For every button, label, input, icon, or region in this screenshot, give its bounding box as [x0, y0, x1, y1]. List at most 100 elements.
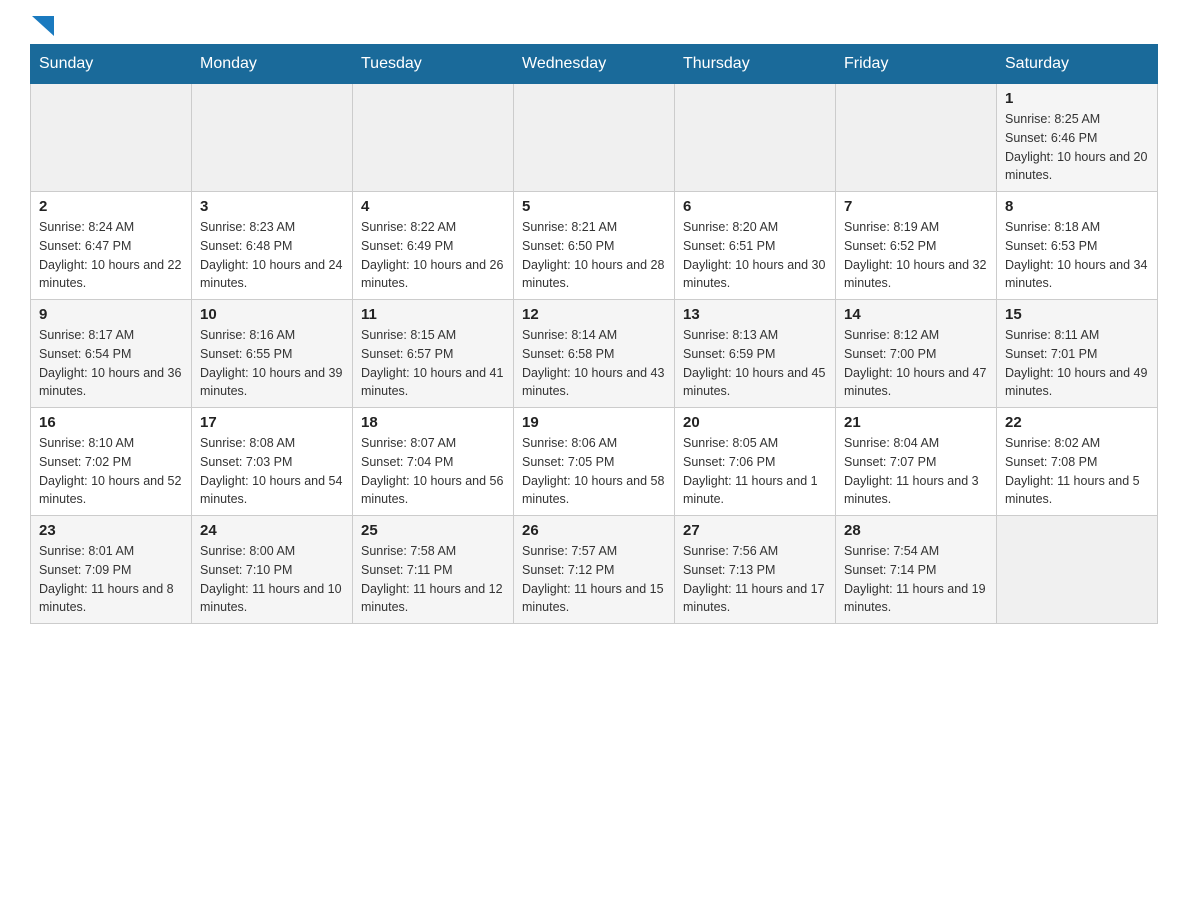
calendar-cell: 6Sunrise: 8:20 AMSunset: 6:51 PMDaylight…	[675, 192, 836, 300]
calendar-cell: 7 Sunrise: 8:19 AMSunset: 6:52 PMDaylight…	[836, 192, 997, 300]
calendar-cell: 13 Sunrise: 8:13 AMSunset: 6:59 PMDayligh…	[675, 300, 836, 408]
calendar-cell: 20 Sunrise: 8:05 AMSunset: 7:06 PMDayligh…	[675, 408, 836, 516]
day-number: 17	[200, 414, 344, 431]
calendar-cell: 11 Sunrise: 8:15 AMSunset: 6:57 PMDayligh…	[353, 300, 514, 408]
day-number: 16	[39, 414, 183, 431]
day-info: Sunrise: 8:11 AMSunset: 7:01 PMDaylight:…	[1005, 326, 1149, 401]
day-number: 5	[522, 198, 666, 215]
day-number: 9	[39, 306, 183, 323]
page-header	[30, 20, 1158, 34]
day-info: Sunrise: 7:56 AMSunset: 7:13 PMDaylight:…	[683, 542, 827, 617]
calendar-table: SundayMondayTuesdayWednesdayThursdayFrid…	[30, 44, 1158, 624]
calendar-cell: 22 Sunrise: 8:02 AMSunset: 7:08 PMDayligh…	[997, 408, 1158, 516]
day-number: 21	[844, 414, 988, 431]
day-number: 14	[844, 306, 988, 323]
calendar-cell: 19 Sunrise: 8:06 AMSunset: 7:05 PMDayligh…	[514, 408, 675, 516]
day-number: 28	[844, 522, 988, 539]
day-info: Sunrise: 7:57 AMSunset: 7:12 PMDaylight:…	[522, 542, 666, 617]
calendar-cell: 21 Sunrise: 8:04 AMSunset: 7:07 PMDayligh…	[836, 408, 997, 516]
day-number: 8	[1005, 198, 1149, 215]
calendar-cell: 9 Sunrise: 8:17 AMSunset: 6:54 PMDaylight…	[31, 300, 192, 408]
calendar-cell	[353, 84, 514, 192]
day-info: Sunrise: 8:24 AMSunset: 6:47 PMDaylight:…	[39, 218, 183, 293]
calendar-cell: 5 Sunrise: 8:21 AMSunset: 6:50 PMDaylight…	[514, 192, 675, 300]
day-number: 13	[683, 306, 827, 323]
logo-triangle-icon	[32, 16, 54, 36]
weekday-header-wednesday: Wednesday	[514, 45, 675, 84]
day-info: Sunrise: 8:13 AMSunset: 6:59 PMDaylight:…	[683, 326, 827, 401]
day-number: 1	[1005, 90, 1149, 107]
day-number: 18	[361, 414, 505, 431]
day-number: 22	[1005, 414, 1149, 431]
day-number: 10	[200, 306, 344, 323]
calendar-cell: 28 Sunrise: 7:54 AMSunset: 7:14 PMDayligh…	[836, 516, 997, 624]
calendar-week-row: 23 Sunrise: 8:01 AMSunset: 7:09 PMDayligh…	[31, 516, 1158, 624]
day-number: 24	[200, 522, 344, 539]
day-number: 2	[39, 198, 183, 215]
calendar-cell: 4 Sunrise: 8:22 AMSunset: 6:49 PMDaylight…	[353, 192, 514, 300]
calendar-cell	[836, 84, 997, 192]
day-info: Sunrise: 7:58 AMSunset: 7:11 PMDaylight:…	[361, 542, 505, 617]
day-number: 12	[522, 306, 666, 323]
calendar-cell: 24 Sunrise: 8:00 AMSunset: 7:10 PMDayligh…	[192, 516, 353, 624]
day-info: Sunrise: 8:23 AMSunset: 6:48 PMDaylight:…	[200, 218, 344, 293]
day-info: Sunrise: 8:16 AMSunset: 6:55 PMDaylight:…	[200, 326, 344, 401]
weekday-header-saturday: Saturday	[997, 45, 1158, 84]
day-number: 25	[361, 522, 505, 539]
day-number: 11	[361, 306, 505, 323]
calendar-cell: 26 Sunrise: 7:57 AMSunset: 7:12 PMDayligh…	[514, 516, 675, 624]
logo	[30, 20, 54, 34]
calendar-cell: 27 Sunrise: 7:56 AMSunset: 7:13 PMDayligh…	[675, 516, 836, 624]
day-number: 6	[683, 198, 827, 215]
calendar-cell	[997, 516, 1158, 624]
calendar-cell: 1 Sunrise: 8:25 AMSunset: 6:46 PMDaylight…	[997, 84, 1158, 192]
calendar-cell: 14 Sunrise: 8:12 AMSunset: 7:00 PMDayligh…	[836, 300, 997, 408]
weekday-header-tuesday: Tuesday	[353, 45, 514, 84]
day-info: Sunrise: 8:05 AMSunset: 7:06 PMDaylight:…	[683, 434, 827, 509]
calendar-cell	[192, 84, 353, 192]
day-info: Sunrise: 8:15 AMSunset: 6:57 PMDaylight:…	[361, 326, 505, 401]
day-number: 26	[522, 522, 666, 539]
calendar-cell: 12 Sunrise: 8:14 AMSunset: 6:58 PMDayligh…	[514, 300, 675, 408]
calendar-cell: 10 Sunrise: 8:16 AMSunset: 6:55 PMDayligh…	[192, 300, 353, 408]
calendar-week-row: 9 Sunrise: 8:17 AMSunset: 6:54 PMDaylight…	[31, 300, 1158, 408]
calendar-cell: 3Sunrise: 8:23 AMSunset: 6:48 PMDaylight…	[192, 192, 353, 300]
day-info: Sunrise: 8:04 AMSunset: 7:07 PMDaylight:…	[844, 434, 988, 509]
day-number: 27	[683, 522, 827, 539]
day-info: Sunrise: 8:19 AMSunset: 6:52 PMDaylight:…	[844, 218, 988, 293]
weekday-header-thursday: Thursday	[675, 45, 836, 84]
calendar-cell: 8 Sunrise: 8:18 AMSunset: 6:53 PMDaylight…	[997, 192, 1158, 300]
weekday-header-monday: Monday	[192, 45, 353, 84]
day-number: 19	[522, 414, 666, 431]
day-info: Sunrise: 8:14 AMSunset: 6:58 PMDaylight:…	[522, 326, 666, 401]
calendar-cell	[675, 84, 836, 192]
calendar-cell: 15Sunrise: 8:11 AMSunset: 7:01 PMDayligh…	[997, 300, 1158, 408]
day-info: Sunrise: 8:06 AMSunset: 7:05 PMDaylight:…	[522, 434, 666, 509]
calendar-cell	[514, 84, 675, 192]
day-info: Sunrise: 8:18 AMSunset: 6:53 PMDaylight:…	[1005, 218, 1149, 293]
day-info: Sunrise: 8:00 AMSunset: 7:10 PMDaylight:…	[200, 542, 344, 617]
day-number: 23	[39, 522, 183, 539]
day-info: Sunrise: 8:12 AMSunset: 7:00 PMDaylight:…	[844, 326, 988, 401]
day-info: Sunrise: 8:25 AMSunset: 6:46 PMDaylight:…	[1005, 110, 1149, 185]
day-info: Sunrise: 7:54 AMSunset: 7:14 PMDaylight:…	[844, 542, 988, 617]
day-info: Sunrise: 8:17 AMSunset: 6:54 PMDaylight:…	[39, 326, 183, 401]
weekday-header-sunday: Sunday	[31, 45, 192, 84]
calendar-cell	[31, 84, 192, 192]
day-info: Sunrise: 8:21 AMSunset: 6:50 PMDaylight:…	[522, 218, 666, 293]
day-info: Sunrise: 8:01 AMSunset: 7:09 PMDaylight:…	[39, 542, 183, 617]
calendar-cell: 17 Sunrise: 8:08 AMSunset: 7:03 PMDayligh…	[192, 408, 353, 516]
day-info: Sunrise: 8:02 AMSunset: 7:08 PMDaylight:…	[1005, 434, 1149, 509]
day-number: 7	[844, 198, 988, 215]
day-number: 4	[361, 198, 505, 215]
day-info: Sunrise: 8:08 AMSunset: 7:03 PMDaylight:…	[200, 434, 344, 509]
day-info: Sunrise: 8:07 AMSunset: 7:04 PMDaylight:…	[361, 434, 505, 509]
calendar-cell: 25 Sunrise: 7:58 AMSunset: 7:11 PMDayligh…	[353, 516, 514, 624]
calendar-week-row: 1 Sunrise: 8:25 AMSunset: 6:46 PMDaylight…	[31, 84, 1158, 192]
weekday-header-friday: Friday	[836, 45, 997, 84]
calendar-week-row: 2 Sunrise: 8:24 AMSunset: 6:47 PMDaylight…	[31, 192, 1158, 300]
day-number: 20	[683, 414, 827, 431]
day-info: Sunrise: 8:22 AMSunset: 6:49 PMDaylight:…	[361, 218, 505, 293]
calendar-header-row: SundayMondayTuesdayWednesdayThursdayFrid…	[31, 45, 1158, 84]
calendar-cell: 16Sunrise: 8:10 AMSunset: 7:02 PMDayligh…	[31, 408, 192, 516]
